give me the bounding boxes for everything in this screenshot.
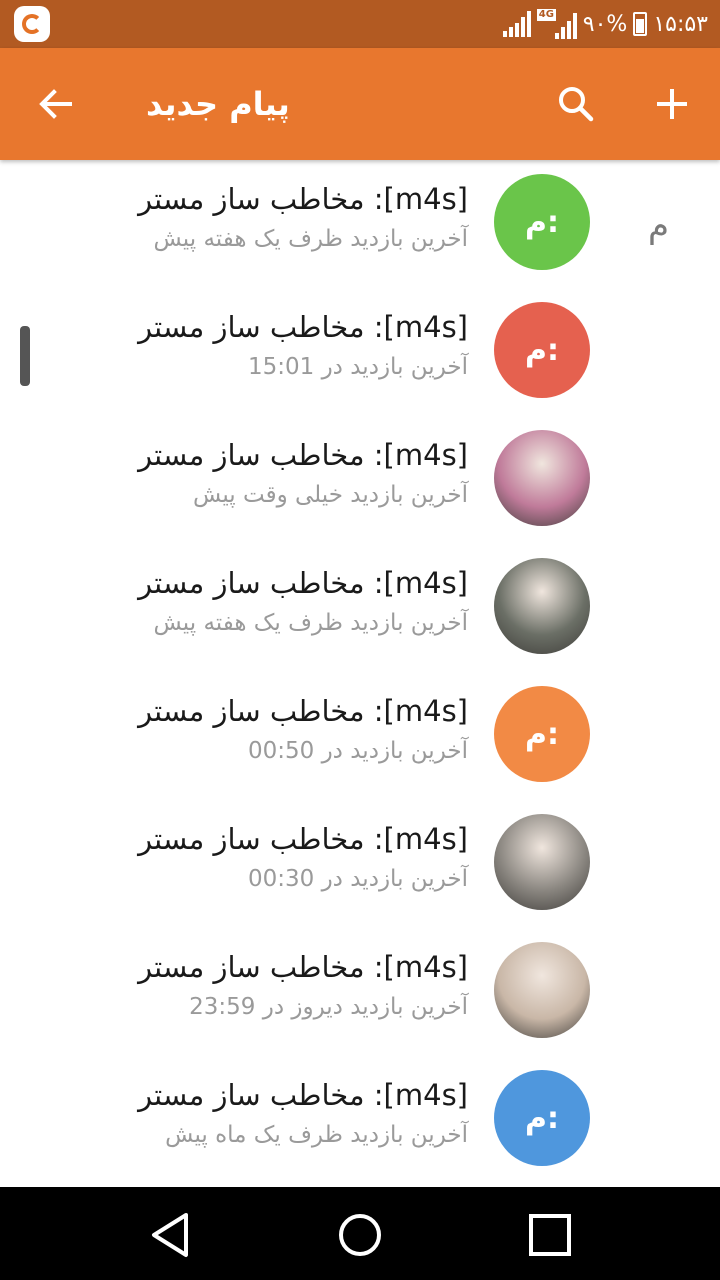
contact-last-seen: آخرین بازدید ظرف یک هفته پیش: [153, 226, 468, 252]
contact-last-seen: آخرین بازدید دیروز در 23:59: [189, 994, 468, 1020]
nav-back-button[interactable]: [140, 1205, 200, 1265]
contact-initials-avatar: م:: [494, 302, 590, 398]
nav-home-icon: [339, 1214, 381, 1256]
contact-photo-avatar: [494, 430, 590, 526]
app-notification-icon: [14, 6, 50, 42]
battery-icon: [633, 12, 648, 36]
nav-recent-button[interactable]: [520, 1205, 580, 1265]
search-button[interactable]: [548, 76, 604, 132]
contact-name: مخاطب ساز مستر :[m4s]: [138, 310, 468, 344]
contact-name: مخاطب ساز مستر :[m4s]: [138, 438, 468, 472]
contact-initials-avatar: م:: [494, 1070, 590, 1166]
avatar-initials: م:: [525, 332, 559, 368]
page-title-container: پیام جدید: [120, 48, 420, 160]
status-bar: 4G ۹۰% ۱۵:۵۳: [0, 0, 720, 48]
contact-photo-avatar: [494, 558, 590, 654]
contact-row[interactable]: م: مخاطب ساز مستر :[m4s] آخرین بازدید ظرف …: [0, 160, 720, 288]
nav-back-icon: [152, 1213, 188, 1257]
contact-name: مخاطب ساز مستر :[m4s]: [138, 694, 468, 728]
back-button[interactable]: [28, 76, 84, 132]
contact-row[interactable]: م: مخاطب ساز مستر :[m4s] آخرین بازدید در 1…: [0, 288, 720, 416]
contact-last-seen: آخرین بازدید ظرف یک هفته پیش: [153, 610, 468, 636]
contact-list[interactable]: م م: مخاطب ساز مستر :[m4s] آخرین بازدید ظر…: [0, 160, 720, 1187]
avatar-initials: م:: [525, 1100, 559, 1136]
contact-name: مخاطب ساز مستر :[m4s]: [138, 1078, 468, 1112]
battery-percentage: ۹۰%: [582, 11, 628, 37]
contact-name: مخاطب ساز مستر :[m4s]: [138, 822, 468, 856]
nav-recent-icon: [529, 1214, 571, 1256]
contact-name: مخاطب ساز مستر :[m4s]: [138, 566, 468, 600]
status-indicators: 4G ۹۰% ۱۵:۵۳: [502, 0, 708, 48]
add-contact-button[interactable]: [644, 76, 700, 132]
contact-row[interactable]: مخاطب ساز مستر :[m4s] آخرین بازدید دیروز …: [0, 928, 720, 1056]
system-nav-bar: [0, 1187, 720, 1280]
contact-initials-avatar: م:: [494, 686, 590, 782]
contact-last-seen: آخرین بازدید در 00:50: [247, 738, 468, 764]
nav-home-button[interactable]: [330, 1205, 390, 1265]
contact-row[interactable]: مخاطب ساز مستر :[m4s] آخرین بازدید خیلی و…: [0, 416, 720, 544]
contact-last-seen: آخرین بازدید خیلی وقت پیش: [193, 482, 468, 508]
contact-name: مخاطب ساز مستر :[m4s]: [138, 182, 468, 216]
avatar-initials: م:: [525, 204, 559, 240]
search-icon: [559, 87, 594, 122]
signal-icon: [502, 11, 531, 37]
contact-row[interactable]: مخاطب ساز مستر :[m4s] آخرین بازدید ظرف یک…: [0, 544, 720, 672]
mobile-data-icon: 4G: [536, 9, 577, 39]
network-type-label: 4G: [536, 9, 556, 21]
contact-row[interactable]: م: مخاطب ساز مستر :[m4s] آخرین بازدید در 0…: [0, 672, 720, 800]
contact-row[interactable]: م: مخاطب ساز مستر :[m4s] آخرین بازدید ظرف …: [0, 1056, 720, 1184]
contact-photo-avatar: [494, 814, 590, 910]
page-title: پیام جدید: [146, 85, 290, 123]
contact-initials-avatar: م:: [494, 174, 590, 270]
contact-photo-avatar: [494, 942, 590, 1038]
back-arrow-icon: [39, 89, 72, 119]
contact-last-seen: آخرین بازدید در 15:01: [247, 354, 468, 380]
add-icon: [657, 89, 687, 119]
contact-last-seen: آخرین بازدید ظرف یک ماه پیش: [165, 1122, 468, 1148]
clock: ۱۵:۵۳: [653, 11, 708, 37]
avatar-initials: م:: [525, 716, 559, 752]
app-bar: پیام جدید: [0, 48, 720, 160]
contact-row[interactable]: مخاطب ساز مستر :[m4s] آخرین بازدید در 00:…: [0, 800, 720, 928]
contact-last-seen: آخرین بازدید در 00:30: [247, 866, 468, 892]
contact-name: مخاطب ساز مستر :[m4s]: [138, 950, 468, 984]
